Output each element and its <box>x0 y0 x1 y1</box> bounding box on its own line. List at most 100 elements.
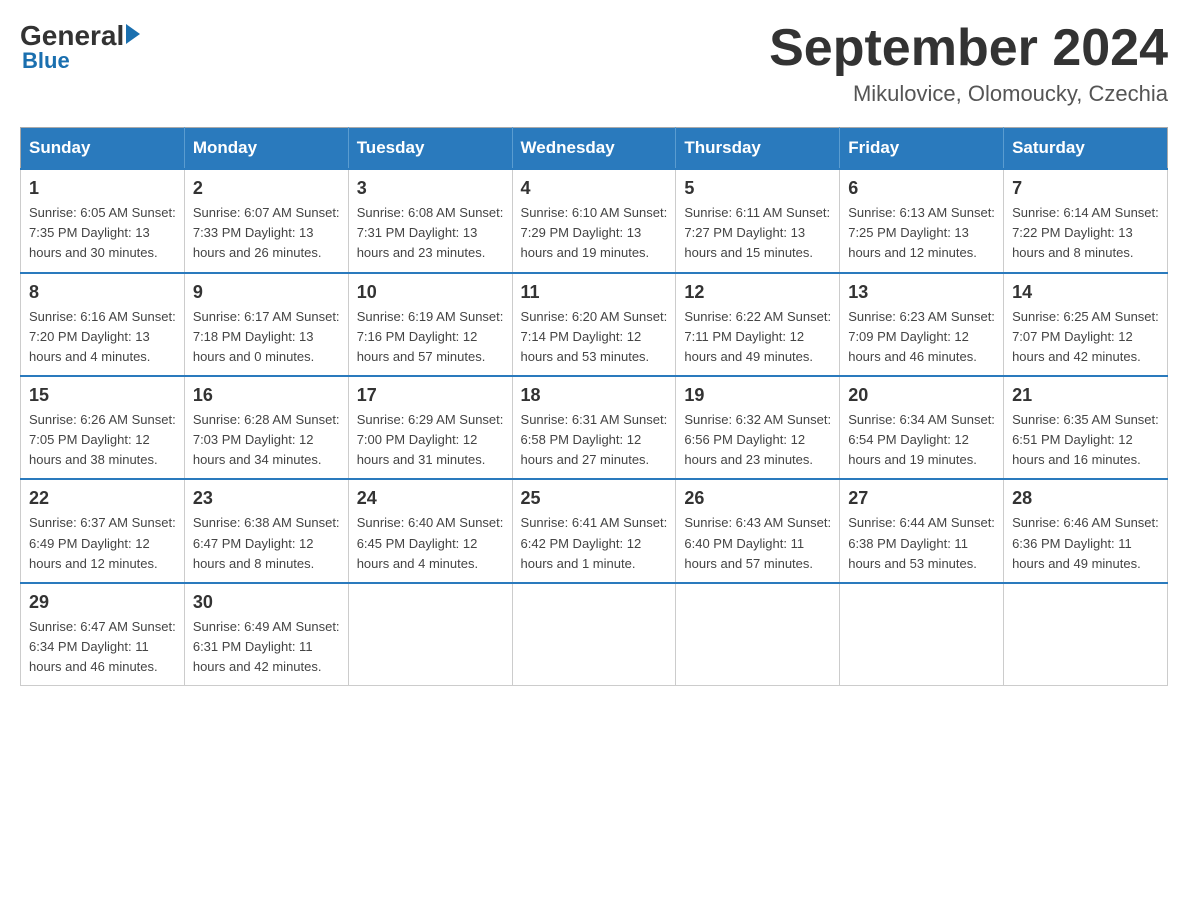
day-cell: 10 Sunrise: 6:19 AM Sunset: 7:16 PM Dayli… <box>348 273 512 376</box>
day-cell <box>1004 583 1168 686</box>
col-thursday: Thursday <box>676 128 840 170</box>
day-number: 21 <box>1012 385 1159 406</box>
week-row-3: 15 Sunrise: 6:26 AM Sunset: 7:05 PM Dayli… <box>21 376 1168 479</box>
col-friday: Friday <box>840 128 1004 170</box>
day-number: 1 <box>29 178 176 199</box>
day-info: Sunrise: 6:37 AM Sunset: 6:49 PM Dayligh… <box>29 513 176 573</box>
day-number: 6 <box>848 178 995 199</box>
day-cell: 30Sunrise: 6:49 AM Sunset: 6:31 PM Dayli… <box>184 583 348 686</box>
location-subtitle: Mikulovice, Olomoucky, Czechia <box>769 81 1168 107</box>
day-info: Sunrise: 6:22 AM Sunset: 7:11 PM Dayligh… <box>684 307 831 367</box>
day-info: Sunrise: 6:08 AM Sunset: 7:31 PM Dayligh… <box>357 203 504 263</box>
day-number: 24 <box>357 488 504 509</box>
page-header: General Blue September 2024 Mikulovice, … <box>20 20 1168 107</box>
day-info: Sunrise: 6:25 AM Sunset: 7:07 PM Dayligh… <box>1012 307 1159 367</box>
day-cell: 21 Sunrise: 6:35 AM Sunset: 6:51 PM Dayli… <box>1004 376 1168 479</box>
day-number: 17 <box>357 385 504 406</box>
day-info: Sunrise: 6:26 AM Sunset: 7:05 PM Dayligh… <box>29 410 176 470</box>
calendar-table: Sunday Monday Tuesday Wednesday Thursday… <box>20 127 1168 686</box>
day-number: 7 <box>1012 178 1159 199</box>
day-number: 2 <box>193 178 340 199</box>
day-info: Sunrise: 6:38 AM Sunset: 6:47 PM Dayligh… <box>193 513 340 573</box>
day-cell: 16 Sunrise: 6:28 AM Sunset: 7:03 PM Dayli… <box>184 376 348 479</box>
day-number: 19 <box>684 385 831 406</box>
day-number: 25 <box>521 488 668 509</box>
day-cell: 26Sunrise: 6:43 AM Sunset: 6:40 PM Dayli… <box>676 479 840 582</box>
day-cell: 14 Sunrise: 6:25 AM Sunset: 7:07 PM Dayli… <box>1004 273 1168 376</box>
day-number: 27 <box>848 488 995 509</box>
day-cell: 28 Sunrise: 6:46 AM Sunset: 6:36 PM Dayli… <box>1004 479 1168 582</box>
day-number: 13 <box>848 282 995 303</box>
day-info: Sunrise: 6:05 AM Sunset: 7:35 PM Dayligh… <box>29 203 176 263</box>
day-info: Sunrise: 6:44 AM Sunset: 6:38 PM Dayligh… <box>848 513 995 573</box>
day-cell: 22 Sunrise: 6:37 AM Sunset: 6:49 PM Dayli… <box>21 479 185 582</box>
week-row-4: 22 Sunrise: 6:37 AM Sunset: 6:49 PM Dayli… <box>21 479 1168 582</box>
day-info: Sunrise: 6:40 AM Sunset: 6:45 PM Dayligh… <box>357 513 504 573</box>
day-cell: 2 Sunrise: 6:07 AM Sunset: 7:33 PM Daylig… <box>184 169 348 272</box>
week-row-5: 29Sunrise: 6:47 AM Sunset: 6:34 PM Dayli… <box>21 583 1168 686</box>
logo: General Blue <box>20 20 140 74</box>
day-cell: 12 Sunrise: 6:22 AM Sunset: 7:11 PM Dayli… <box>676 273 840 376</box>
day-number: 12 <box>684 282 831 303</box>
day-number: 26 <box>684 488 831 509</box>
week-row-1: 1 Sunrise: 6:05 AM Sunset: 7:35 PM Daylig… <box>21 169 1168 272</box>
day-info: Sunrise: 6:11 AM Sunset: 7:27 PM Dayligh… <box>684 203 831 263</box>
day-cell: 4 Sunrise: 6:10 AM Sunset: 7:29 PM Daylig… <box>512 169 676 272</box>
day-info: Sunrise: 6:23 AM Sunset: 7:09 PM Dayligh… <box>848 307 995 367</box>
day-cell: 9 Sunrise: 6:17 AM Sunset: 7:18 PM Daylig… <box>184 273 348 376</box>
day-number: 5 <box>684 178 831 199</box>
day-number: 28 <box>1012 488 1159 509</box>
day-cell <box>512 583 676 686</box>
day-number: 9 <box>193 282 340 303</box>
title-area: September 2024 Mikulovice, Olomoucky, Cz… <box>769 20 1168 107</box>
day-info: Sunrise: 6:35 AM Sunset: 6:51 PM Dayligh… <box>1012 410 1159 470</box>
day-number: 16 <box>193 385 340 406</box>
day-cell: 23 Sunrise: 6:38 AM Sunset: 6:47 PM Dayli… <box>184 479 348 582</box>
day-cell <box>348 583 512 686</box>
day-cell: 6 Sunrise: 6:13 AM Sunset: 7:25 PM Daylig… <box>840 169 1004 272</box>
day-info: Sunrise: 6:46 AM Sunset: 6:36 PM Dayligh… <box>1012 513 1159 573</box>
day-info: Sunrise: 6:20 AM Sunset: 7:14 PM Dayligh… <box>521 307 668 367</box>
day-cell: 18Sunrise: 6:31 AM Sunset: 6:58 PM Dayli… <box>512 376 676 479</box>
day-number: 15 <box>29 385 176 406</box>
day-info: Sunrise: 6:32 AM Sunset: 6:56 PM Dayligh… <box>684 410 831 470</box>
day-number: 3 <box>357 178 504 199</box>
day-info: Sunrise: 6:34 AM Sunset: 6:54 PM Dayligh… <box>848 410 995 470</box>
day-number: 4 <box>521 178 668 199</box>
day-number: 23 <box>193 488 340 509</box>
day-info: Sunrise: 6:07 AM Sunset: 7:33 PM Dayligh… <box>193 203 340 263</box>
day-cell: 24 Sunrise: 6:40 AM Sunset: 6:45 PM Dayli… <box>348 479 512 582</box>
week-row-2: 8 Sunrise: 6:16 AM Sunset: 7:20 PM Daylig… <box>21 273 1168 376</box>
day-number: 14 <box>1012 282 1159 303</box>
col-wednesday: Wednesday <box>512 128 676 170</box>
day-number: 29 <box>29 592 176 613</box>
day-cell: 19 Sunrise: 6:32 AM Sunset: 6:56 PM Dayli… <box>676 376 840 479</box>
day-number: 20 <box>848 385 995 406</box>
day-info: Sunrise: 6:10 AM Sunset: 7:29 PM Dayligh… <box>521 203 668 263</box>
day-number: 11 <box>521 282 668 303</box>
day-cell: 3 Sunrise: 6:08 AM Sunset: 7:31 PM Daylig… <box>348 169 512 272</box>
day-cell: 11 Sunrise: 6:20 AM Sunset: 7:14 PM Dayli… <box>512 273 676 376</box>
calendar-header-row: Sunday Monday Tuesday Wednesday Thursday… <box>21 128 1168 170</box>
logo-blue: Blue <box>22 48 70 74</box>
day-info: Sunrise: 6:14 AM Sunset: 7:22 PM Dayligh… <box>1012 203 1159 263</box>
day-cell: 20 Sunrise: 6:34 AM Sunset: 6:54 PM Dayli… <box>840 376 1004 479</box>
day-number: 8 <box>29 282 176 303</box>
day-info: Sunrise: 6:16 AM Sunset: 7:20 PM Dayligh… <box>29 307 176 367</box>
calendar-title: September 2024 <box>769 20 1168 77</box>
day-cell <box>840 583 1004 686</box>
day-info: Sunrise: 6:17 AM Sunset: 7:18 PM Dayligh… <box>193 307 340 367</box>
day-info: Sunrise: 6:19 AM Sunset: 7:16 PM Dayligh… <box>357 307 504 367</box>
day-info: Sunrise: 6:41 AM Sunset: 6:42 PM Dayligh… <box>521 513 668 573</box>
logo-arrow-icon <box>126 24 140 44</box>
day-number: 22 <box>29 488 176 509</box>
col-tuesday: Tuesday <box>348 128 512 170</box>
day-number: 18 <box>521 385 668 406</box>
day-info: Sunrise: 6:13 AM Sunset: 7:25 PM Dayligh… <box>848 203 995 263</box>
day-cell: 13 Sunrise: 6:23 AM Sunset: 7:09 PM Dayli… <box>840 273 1004 376</box>
day-info: Sunrise: 6:28 AM Sunset: 7:03 PM Dayligh… <box>193 410 340 470</box>
day-info: Sunrise: 6:29 AM Sunset: 7:00 PM Dayligh… <box>357 410 504 470</box>
day-cell: 29Sunrise: 6:47 AM Sunset: 6:34 PM Dayli… <box>21 583 185 686</box>
day-cell: 15 Sunrise: 6:26 AM Sunset: 7:05 PM Dayli… <box>21 376 185 479</box>
day-number: 10 <box>357 282 504 303</box>
